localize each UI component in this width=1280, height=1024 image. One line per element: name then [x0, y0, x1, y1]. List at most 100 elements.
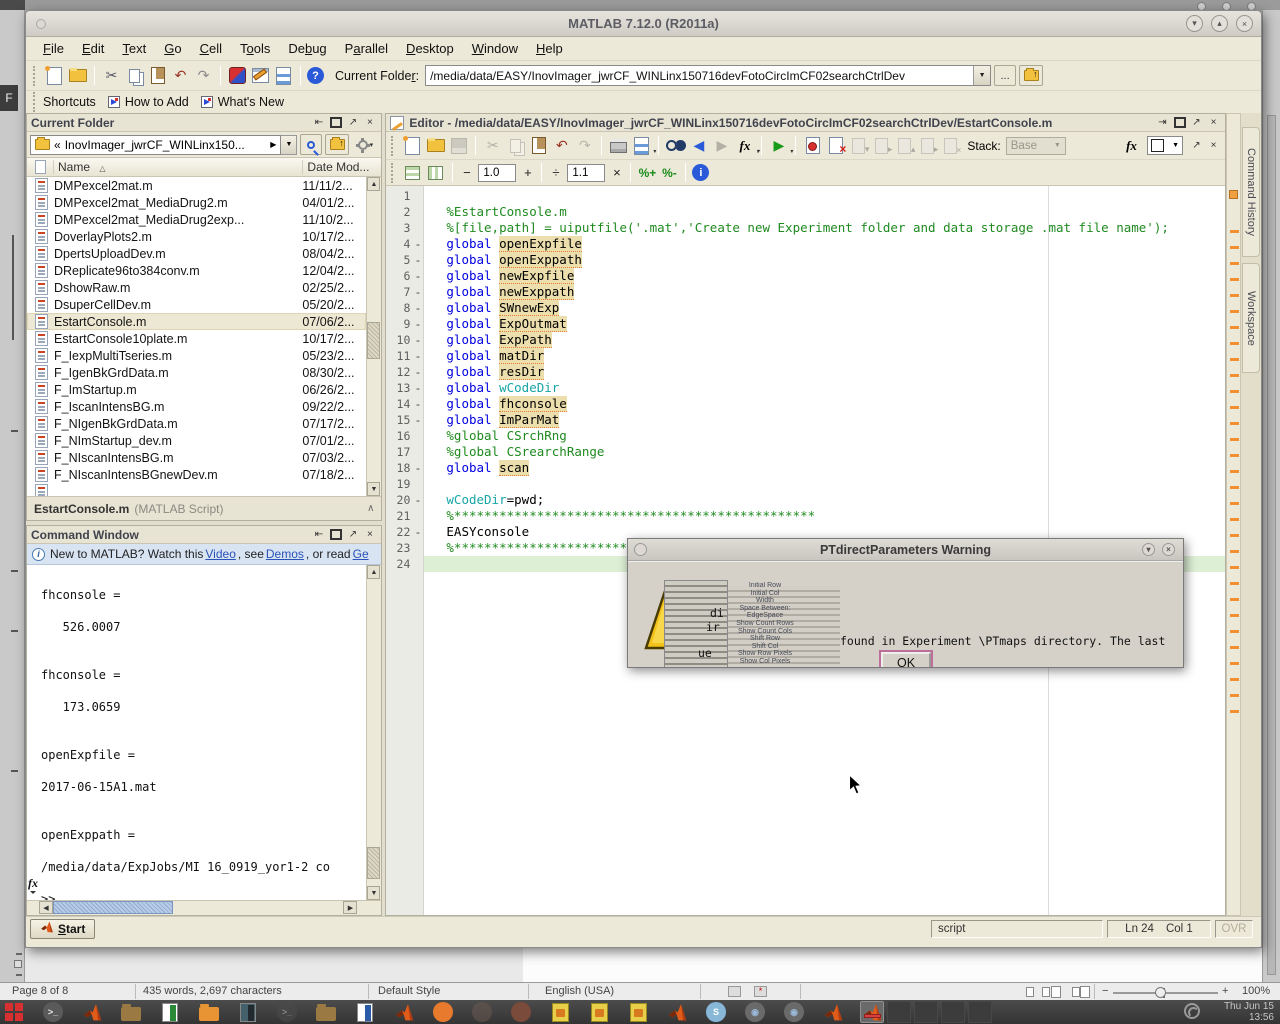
editor-header[interactable]: Editor - /media/data/EASY/InovImager_jwr… [386, 114, 1225, 132]
warning-mark-icon[interactable] [1230, 486, 1239, 489]
menu-edit[interactable]: Edit [73, 39, 113, 58]
warning-mark-icon[interactable] [1230, 598, 1239, 601]
up-folder-button[interactable]: ↑ [325, 134, 349, 155]
undo-icon[interactable]: ↶ [551, 135, 572, 156]
scroll-up-icon[interactable]: ▲ [367, 177, 380, 191]
empty-slot[interactable] [887, 1001, 911, 1023]
camera-icon[interactable]: ◉ [743, 1001, 767, 1023]
warning-mark-icon[interactable] [1230, 614, 1239, 617]
maximize-panel-icon[interactable] [328, 528, 343, 542]
dialog-close-icon[interactable]: × [1162, 543, 1175, 556]
go-forward-icon[interactable]: ▶ [711, 135, 732, 156]
video-link[interactable]: Video [205, 547, 235, 561]
ok-button[interactable]: OK [881, 652, 931, 667]
up-folder-button[interactable]: ↑ [1019, 65, 1043, 86]
lo-language[interactable]: English (USA) [545, 985, 614, 997]
console-output[interactable]: fhconsole = 526.0007 fhconsole = 173.065… [41, 565, 366, 900]
scroll-up-icon[interactable]: ▲ [367, 565, 380, 579]
search-button[interactable] [300, 134, 322, 155]
date-column-header[interactable]: Date Mod... [302, 160, 381, 174]
menu-debug[interactable]: Debug [279, 39, 335, 58]
insert-cell-icon[interactable] [402, 162, 423, 183]
type-column-icon[interactable] [27, 160, 53, 174]
print-icon[interactable] [608, 135, 629, 156]
value-input-2[interactable] [567, 164, 605, 182]
firefox-icon[interactable] [431, 1001, 455, 1023]
copy-icon[interactable] [505, 135, 526, 156]
warning-mark-icon[interactable] [1230, 390, 1239, 393]
warning-mark-icon[interactable] [1230, 262, 1239, 265]
globe-icon[interactable] [509, 1001, 533, 1023]
warning-mark-icon[interactable] [1230, 438, 1239, 441]
find-icon[interactable] [665, 135, 686, 156]
maximize-button[interactable]: ▴ [1211, 15, 1228, 32]
dialog-minimize-icon[interactable]: ▾ [1142, 543, 1155, 556]
cut-icon[interactable]: ✂ [482, 135, 503, 156]
yellow-app-icon[interactable] [587, 1001, 611, 1023]
whats-new-link[interactable]: What's New [218, 95, 284, 109]
continue-icon[interactable]: ▸ [917, 135, 938, 156]
how-to-add-link[interactable]: How to Add [125, 95, 189, 109]
redo-icon[interactable]: ↷ [193, 65, 214, 86]
scroll-left-icon[interactable]: ◀ [39, 901, 53, 914]
console-hscrollbar[interactable]: ◀ ▶ [27, 900, 381, 915]
menu-tools[interactable]: Tools [231, 39, 279, 58]
help-icon[interactable]: ? [307, 67, 324, 84]
undock-icon[interactable]: ↗ [1189, 116, 1204, 130]
menu-help[interactable]: Help [527, 39, 572, 58]
file-row[interactable]: F_NIscanIntensBG.m07/03/2... [27, 449, 366, 466]
value-input-1[interactable] [478, 164, 516, 182]
file-detail-bar[interactable]: EstartConsole.m (MATLAB Script) ∧ [27, 496, 381, 520]
file-row[interactable]: F_ImStartup.m06/26/2... [27, 381, 366, 398]
comment-icon[interactable]: %+ [636, 166, 658, 180]
command-window-header[interactable]: Command Window ⇤ ↗ × [27, 526, 381, 544]
lo-zoom-level[interactable]: 100% [1242, 985, 1270, 997]
step-in-icon[interactable]: ▸ [871, 135, 892, 156]
start-button[interactable]: Start [30, 919, 95, 939]
lo-track-changes-icon[interactable]: * [754, 986, 767, 997]
print-preview-icon[interactable]: ▾ [631, 135, 652, 156]
terminal-icon[interactable]: >_ [275, 1001, 299, 1023]
file-list-scrollbar[interactable]: ▲ ▼ [366, 177, 381, 496]
window-menu-icon[interactable] [36, 19, 46, 29]
current-folder-dropdown[interactable]: ▼ [973, 66, 990, 85]
set-breakpoint-icon[interactable] [802, 135, 823, 156]
new-file-icon[interactable] [44, 65, 65, 86]
warnings-indicator-icon[interactable] [1229, 190, 1238, 199]
empty-slot[interactable] [941, 1001, 965, 1023]
file-row[interactable]: DsuperCellDev.m05/20/2... [27, 296, 366, 313]
lo-view-book-icon[interactable] [1072, 987, 1080, 997]
warning-mark-icon[interactable] [1230, 422, 1239, 425]
warning-mark-icon[interactable] [1230, 646, 1239, 649]
file-row[interactable]: EstartConsole10plate.m10/17/2... [27, 330, 366, 347]
file-row[interactable]: DReplicate96to384conv.m12/04/2... [27, 262, 366, 279]
warning-mark-icon[interactable] [1230, 534, 1239, 537]
function-hints-icon[interactable]: fx▾ [734, 135, 755, 156]
lo-page-style[interactable]: Default Style [378, 985, 440, 997]
menu-cell[interactable]: Cell [191, 39, 231, 58]
dock-icon[interactable]: ⇥ [1155, 116, 1170, 130]
close-document-icon[interactable]: × [1206, 139, 1221, 153]
undo-icon[interactable]: ↶ [170, 65, 191, 86]
lo-zoom-in[interactable]: + [1222, 985, 1228, 997]
new-script-icon[interactable] [402, 135, 423, 156]
tab-workspace[interactable]: Workspace [1242, 263, 1260, 373]
folder-icon[interactable] [314, 1001, 338, 1023]
path-history-dropdown[interactable]: ▼ [281, 135, 297, 155]
menu-desktop[interactable]: Desktop [397, 39, 463, 58]
lo-view-single-icon[interactable] [1026, 987, 1034, 997]
warning-mark-icon[interactable] [1230, 518, 1239, 521]
empty-slot[interactable] [968, 1001, 992, 1023]
warning-mark-icon[interactable] [1230, 502, 1239, 505]
close-button[interactable]: × [1236, 15, 1253, 32]
file-row[interactable]: DMPexcel2mat.m11/11/2... [27, 177, 366, 194]
terminal-icon[interactable]: >_ [41, 1001, 65, 1023]
paste-icon[interactable] [147, 65, 168, 86]
increase-button[interactable]: + [519, 165, 536, 180]
skype-icon[interactable]: S [704, 1001, 728, 1023]
getting-started-link[interactable]: Ge [353, 547, 369, 561]
warning-mark-icon[interactable] [1230, 694, 1239, 697]
file-row[interactable]: F_NIgenBkGrdData.m07/17/2... [27, 415, 366, 432]
file-row[interactable]: DMPexcel2mat_MediaDrug2.m04/01/2... [27, 194, 366, 211]
actions-button[interactable]: ▾ [352, 134, 378, 155]
